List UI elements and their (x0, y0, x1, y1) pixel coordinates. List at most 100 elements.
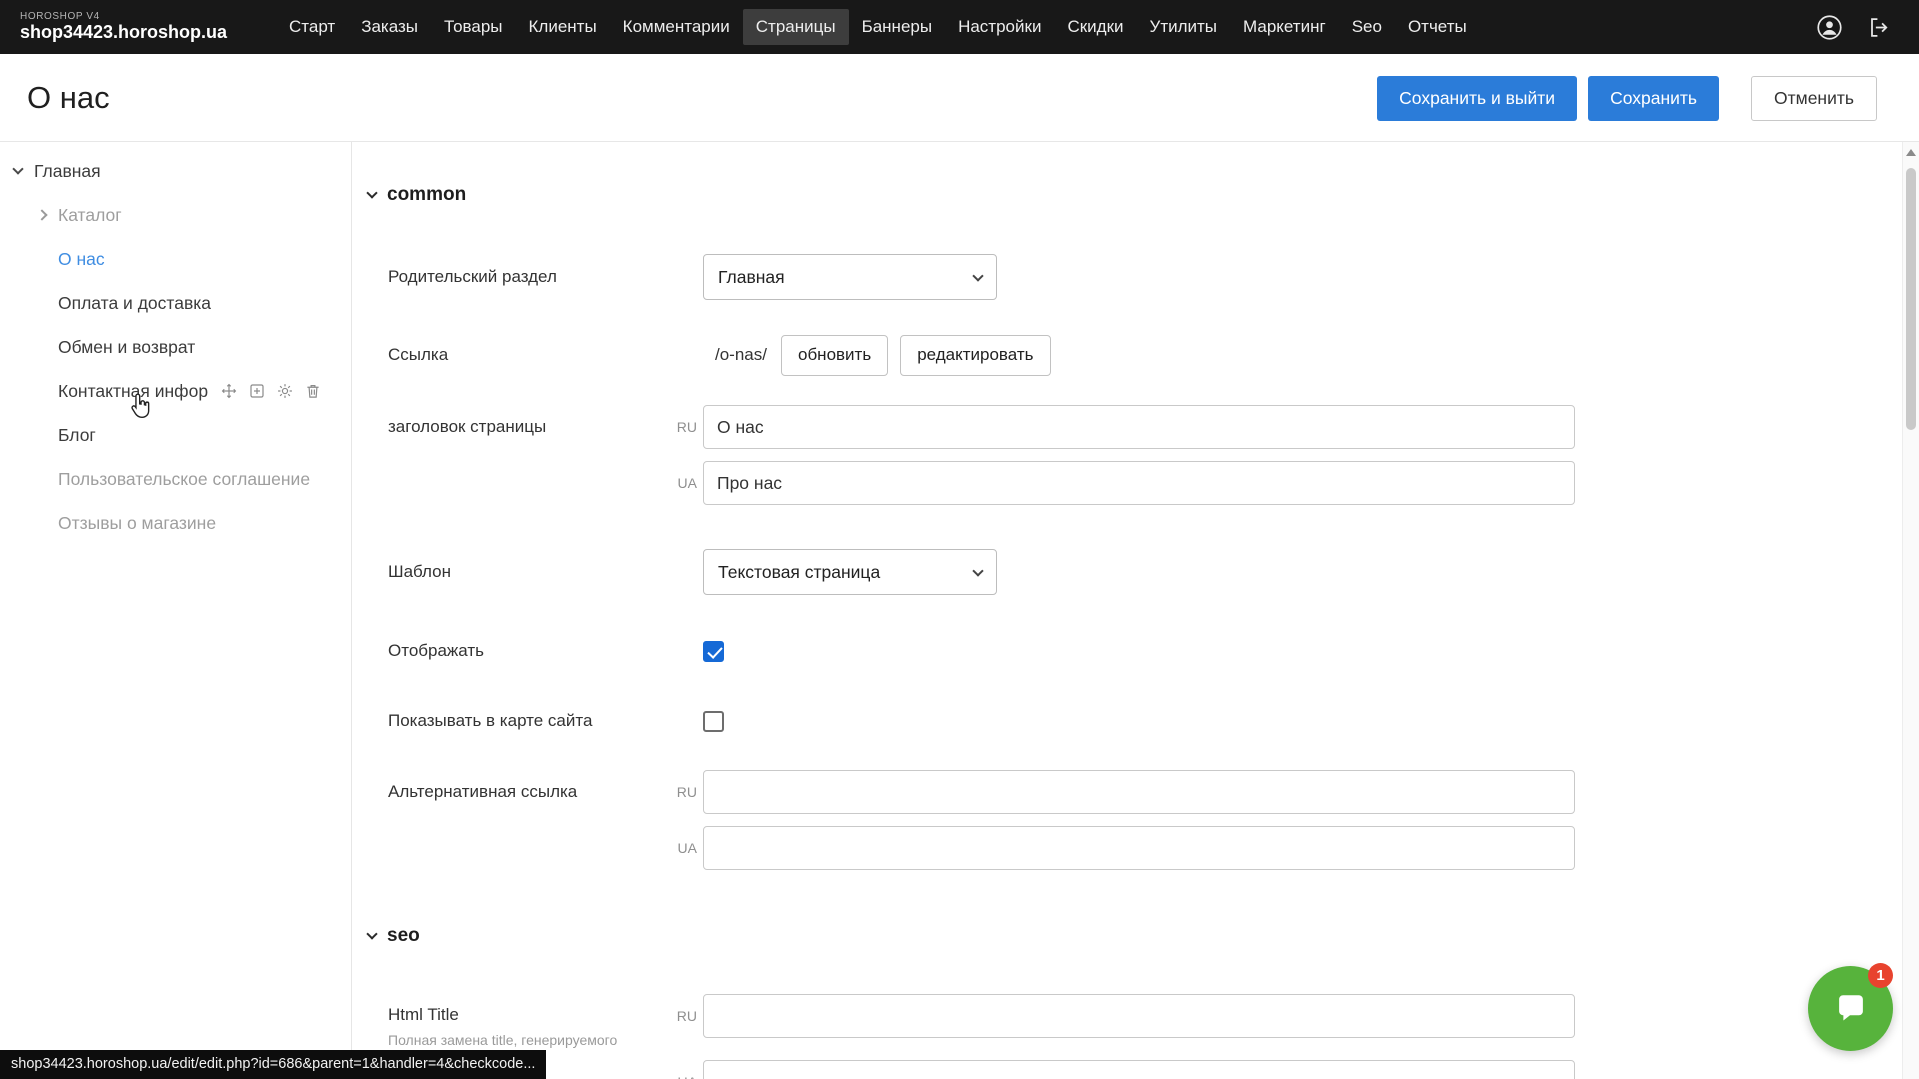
scrollbar-up-arrow[interactable] (1906, 149, 1916, 156)
tree-item-store-reviews[interactable]: Отзывы о магазине (0, 501, 351, 545)
alt-link-ua-row: UA (388, 825, 1862, 871)
page-title: О нас (27, 80, 110, 116)
nav-icons (1815, 13, 1919, 41)
chevron-down-icon[interactable] (14, 169, 34, 173)
tree-item-home[interactable]: Главная (0, 149, 351, 193)
nav-item-products[interactable]: Товары (431, 9, 515, 45)
lang-tag-ru: RU (672, 994, 697, 1024)
tree-item-label: Отзывы о магазине (58, 513, 216, 534)
status-url-tooltip: shop34423.horoshop.ua/edit/edit.php?id=6… (0, 1050, 546, 1079)
section-common-header[interactable]: common (368, 184, 466, 206)
nav-item-utilities[interactable]: Утилиты (1137, 9, 1231, 45)
tree-item-about[interactable]: О нас (0, 237, 351, 281)
display-row: Отображать (388, 629, 1862, 673)
header-actions: Сохранить и выйти Сохранить Отменить (1377, 76, 1877, 121)
parent-section-select[interactable]: Главная (703, 254, 997, 300)
alt-link-ua-input[interactable] (703, 826, 1575, 870)
page-title-ua-row: UA (388, 460, 1862, 506)
cancel-button[interactable]: Отменить (1751, 76, 1877, 121)
chat-unread-badge: 1 (1868, 963, 1893, 988)
page-title-ua-input[interactable] (703, 461, 1575, 505)
lang-tag-ru: RU (672, 419, 697, 435)
nav-item-reports[interactable]: Отчеты (1395, 9, 1480, 45)
nav-item-clients[interactable]: Клиенты (516, 9, 610, 45)
template-select[interactable]: Текстовая страница (703, 549, 997, 595)
lang-tag-ru: RU (672, 784, 697, 800)
sitemap-row: Показывать в карте сайта (388, 699, 1862, 743)
html-title-label: Html Title (388, 1005, 668, 1025)
nav-item-marketing[interactable]: Маркетинг (1230, 9, 1339, 45)
settings-gear-icon[interactable] (276, 382, 294, 400)
page-header: О нас Сохранить и выйти Сохранить Отмени… (0, 54, 1919, 142)
user-account-icon[interactable] (1815, 13, 1843, 41)
vertical-scrollbar (1902, 142, 1919, 1079)
parent-section-value: Главная (718, 267, 785, 288)
tree-item-label: Контактная инфор (58, 381, 208, 402)
page-title-ru-input[interactable] (703, 405, 1575, 449)
tree-item-actions (220, 382, 322, 400)
tree-item-user-agreement[interactable]: Пользовательское соглашение (0, 457, 351, 501)
page-edit-form: common Родительский раздел Главная Ссылк… (352, 142, 1902, 1079)
tree-item-label: Каталог (58, 205, 122, 226)
tree-item-label: Пользовательское соглашение (58, 469, 310, 490)
tree-item-exchange-return[interactable]: Обмен и возврат (0, 325, 351, 369)
alt-link-label: Альтернативная ссылка (388, 782, 668, 802)
save-and-exit-button[interactable]: Сохранить и выйти (1377, 76, 1577, 121)
tree-item-payment-delivery[interactable]: Оплата и доставка (0, 281, 351, 325)
link-refresh-button[interactable]: обновить (781, 335, 888, 376)
html-title-ua-row: UA (388, 1060, 1862, 1079)
section-common-label: common (387, 184, 466, 206)
link-label: Ссылка (388, 345, 668, 365)
pages-tree-sidebar: Главная Каталог О нас Оплата и доставка … (0, 142, 352, 1079)
brand-domain: shop34423.horoshop.ua (20, 23, 260, 42)
delete-trash-icon[interactable] (304, 382, 322, 400)
template-row: Шаблон Текстовая страница (388, 549, 1862, 595)
section-seo-label: seo (387, 925, 420, 947)
tree-item-label: Главная (34, 161, 101, 182)
sitemap-checkbox[interactable] (703, 711, 724, 732)
html-title-ru-row: Html Title Полная замена title, генериру… (388, 994, 1862, 1048)
chat-launcher-button[interactable]: 1 (1808, 966, 1893, 1051)
nav-item-banners[interactable]: Баннеры (849, 9, 946, 45)
nav-item-comments[interactable]: Комментарии (610, 9, 743, 45)
chevron-down-icon (366, 187, 377, 198)
parent-section-row: Родительский раздел Главная (388, 254, 1862, 300)
tree-item-label: О нас (58, 249, 105, 270)
lang-tag-ua: UA (672, 475, 697, 491)
template-value: Текстовая страница (718, 562, 880, 583)
nav-item-discounts[interactable]: Скидки (1054, 9, 1136, 45)
alt-link-ru-input[interactable] (703, 770, 1575, 814)
html-title-label-block: Html Title Полная замена title, генериру… (388, 994, 668, 1048)
tree-item-blog[interactable]: Блог (0, 413, 351, 457)
link-path-value: /o-nas/ (715, 345, 767, 365)
nav-item-seo[interactable]: Seo (1339, 9, 1395, 45)
save-button[interactable]: Сохранить (1588, 76, 1719, 121)
add-page-icon[interactable] (248, 382, 266, 400)
logout-icon[interactable] (1865, 13, 1893, 41)
nav-item-start[interactable]: Старт (276, 9, 348, 45)
chevron-down-icon (366, 928, 377, 939)
brand-block: HOROSHOP V4 shop34423.horoshop.ua (0, 12, 260, 41)
tree-item-label: Обмен и возврат (58, 337, 195, 358)
template-label: Шаблон (388, 562, 668, 582)
lang-tag-ua: UA (672, 840, 697, 856)
nav-item-pages[interactable]: Страницы (743, 9, 849, 45)
scrollbar-thumb[interactable] (1906, 168, 1916, 430)
nav-item-orders[interactable]: Заказы (348, 9, 431, 45)
main-menu: Старт Заказы Товары Клиенты Комментарии … (276, 9, 1480, 45)
alt-link-ru-row: Альтернативная ссылка RU (388, 769, 1862, 815)
tree-item-contact-info[interactable]: Контактная инфор (0, 369, 351, 413)
display-label: Отображать (388, 641, 668, 661)
html-title-ru-input[interactable] (703, 994, 1575, 1038)
chevron-right-icon[interactable] (38, 211, 58, 219)
tree-item-label: Оплата и доставка (58, 293, 211, 314)
link-edit-button[interactable]: редактировать (900, 335, 1050, 376)
page-title-label: заголовок страницы (388, 417, 668, 437)
lang-tag-ua: UA (672, 1060, 697, 1079)
nav-item-settings[interactable]: Настройки (945, 9, 1054, 45)
tree-item-catalog[interactable]: Каталог (0, 193, 351, 237)
html-title-ua-input[interactable] (703, 1060, 1575, 1079)
display-checkbox[interactable] (703, 641, 724, 662)
move-icon[interactable] (220, 382, 238, 400)
section-seo-header[interactable]: seo (368, 925, 420, 947)
